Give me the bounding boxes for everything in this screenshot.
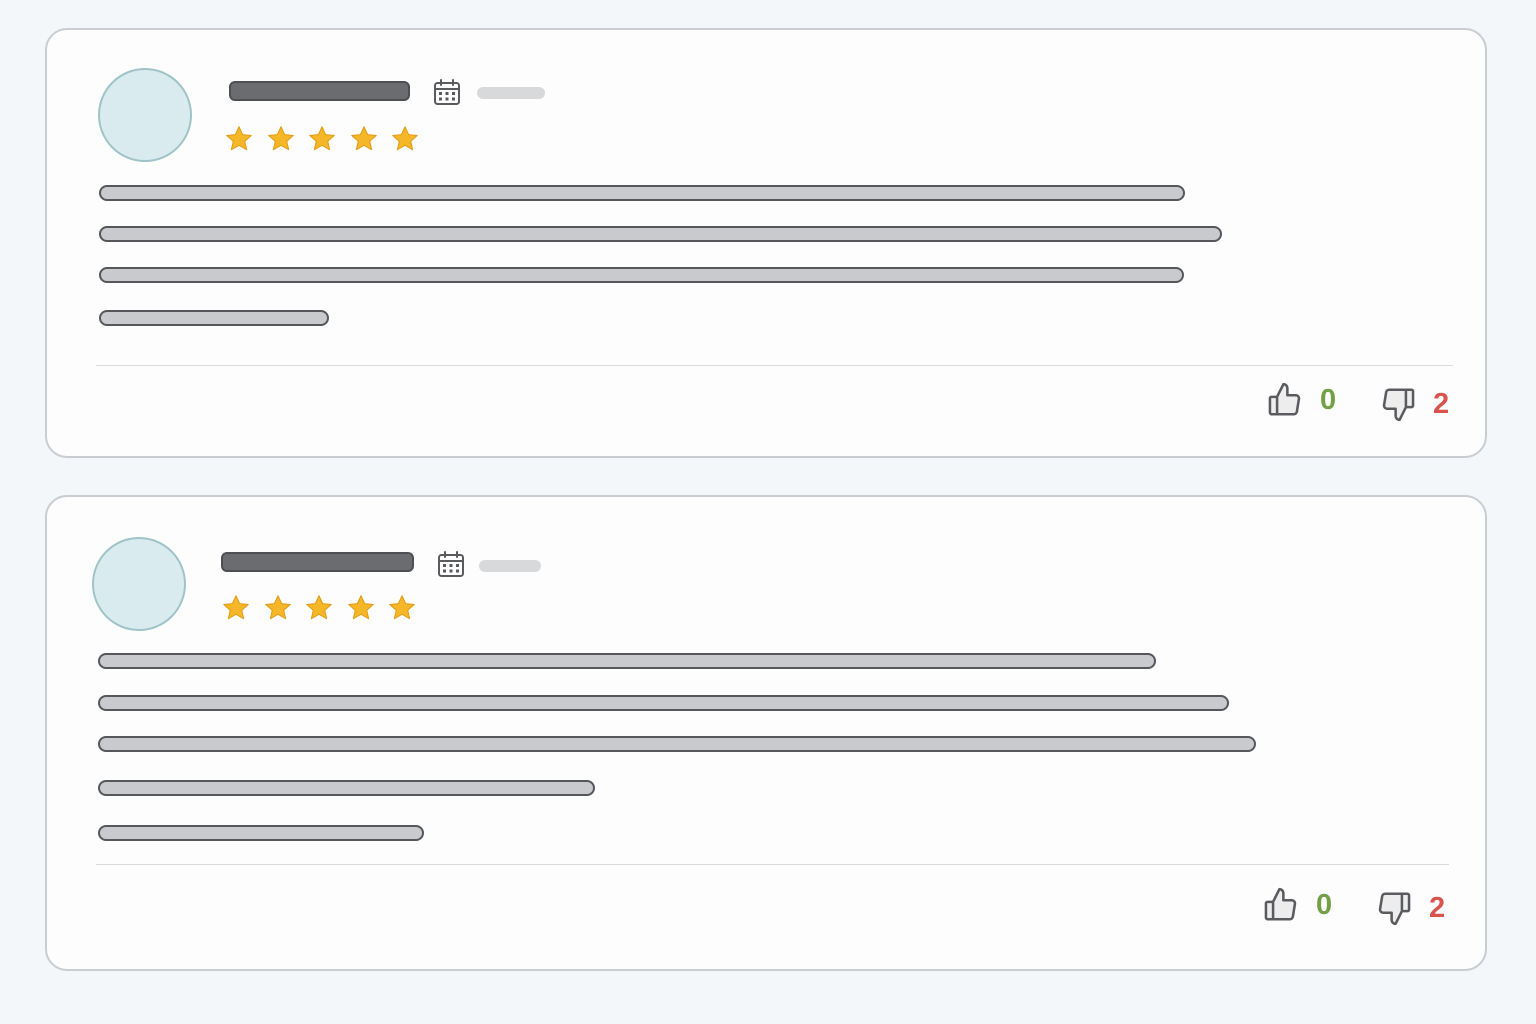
star-rating — [224, 124, 432, 154]
calendar-icon — [434, 79, 460, 105]
card-divider — [96, 365, 1453, 366]
like-count: 0 — [1320, 383, 1337, 416]
reviewer-name-placeholder — [221, 552, 414, 572]
thumbs-up-icon — [1268, 382, 1301, 416]
dislike-button[interactable]: 2 — [1379, 385, 1449, 423]
dislike-count: 2 — [1429, 891, 1446, 924]
star-icon — [347, 595, 374, 620]
star-icon — [264, 595, 291, 620]
thumbs-down-icon — [1378, 892, 1411, 926]
star-icon — [306, 595, 332, 620]
calendar-icon — [438, 551, 464, 577]
avatar — [92, 537, 186, 631]
review-date-placeholder — [477, 87, 545, 99]
star-icon — [223, 595, 249, 620]
star-icon — [267, 126, 294, 151]
review-text-line — [99, 226, 1222, 242]
review-text-line — [98, 653, 1156, 669]
thumbs-up-icon — [1264, 887, 1297, 921]
review-text-line — [99, 185, 1185, 201]
like-button[interactable]: 0 — [1262, 886, 1332, 924]
dislike-button[interactable]: 2 — [1375, 889, 1445, 927]
dislike-count: 2 — [1433, 387, 1450, 420]
thumbs-down-icon — [1382, 388, 1415, 422]
review-card: 0 2 — [45, 28, 1487, 458]
review-text-line — [98, 780, 595, 796]
review-text-line — [99, 310, 329, 326]
like-count: 0 — [1316, 888, 1333, 921]
star-icon — [392, 126, 418, 151]
like-button[interactable]: 0 — [1266, 381, 1336, 419]
review-text-line — [99, 267, 1184, 283]
star-rating — [221, 593, 429, 623]
star-icon — [350, 126, 377, 151]
review-card: 0 2 — [45, 495, 1487, 971]
review-text-line — [98, 695, 1229, 711]
card-divider — [96, 864, 1449, 865]
star-icon — [389, 595, 415, 620]
star-icon — [226, 126, 252, 151]
review-text-line — [98, 736, 1256, 752]
star-icon — [309, 126, 335, 151]
review-date-placeholder — [479, 560, 541, 572]
reviewer-name-placeholder — [229, 81, 410, 101]
avatar — [98, 68, 192, 162]
review-text-line — [98, 825, 424, 841]
